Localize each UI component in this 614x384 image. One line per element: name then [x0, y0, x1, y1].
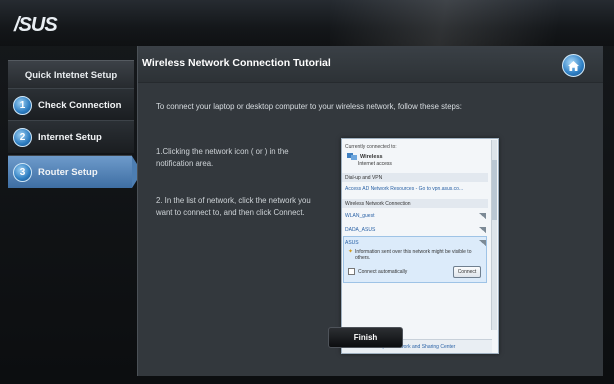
- asus-logo: /SUS: [14, 14, 58, 36]
- finish-button[interactable]: Finish: [328, 327, 403, 348]
- signal-icon: [479, 227, 486, 233]
- page-title: Wireless Network Connection Tutorial: [142, 57, 331, 69]
- sidebar: Quick Intetnet Setup 1 Check Connection …: [8, 60, 142, 360]
- dialup-item[interactable]: Access AD Network Resources - Go to vpn.…: [345, 184, 485, 193]
- sidebar-item-internet-setup[interactable]: 2 Internet Setup: [8, 120, 134, 153]
- auto-connect-checkbox[interactable]: [348, 268, 355, 275]
- popup-scrollbar[interactable]: [491, 140, 497, 330]
- step-1-text: 1.Clicking the network icon ( or ) in th…: [156, 147, 289, 168]
- sidebar-item-router-setup[interactable]: 3 Router Setup: [8, 155, 142, 188]
- sidebar-header: Quick Intetnet Setup: [8, 60, 134, 89]
- main-panel: Wireless Network Connection Tutorial To …: [137, 46, 603, 376]
- network-item[interactable]: WLAN_guest: [345, 211, 485, 220]
- connection-status: Internet access: [358, 160, 392, 167]
- auto-connect-label: Connect automatically: [358, 268, 408, 275]
- top-bar: /SUS: [0, 0, 614, 46]
- sidebar-item-label: Check Connection: [38, 99, 122, 111]
- network-item-selected[interactable]: ASUS: [345, 238, 485, 247]
- signal-icon: [479, 213, 486, 219]
- app-window: /SUS Quick Intetnet Setup 1 Check Connec…: [0, 0, 614, 384]
- step-number-2: 2: [13, 127, 32, 147]
- intro-text: To connect your laptop or desktop comput…: [156, 102, 462, 111]
- sidebar-item-label: Internet Setup: [38, 131, 102, 143]
- sidebar-item-check-connection[interactable]: 1 Check Connection: [8, 88, 134, 121]
- step-number-1: 1: [13, 95, 32, 115]
- signal-icon: [479, 240, 486, 246]
- network-icon: [347, 153, 357, 160]
- sidebar-item-label: Router Setup: [38, 166, 98, 178]
- currently-connected-label: Currently connected to:: [345, 143, 397, 150]
- step-number-3: 3: [13, 162, 32, 182]
- auto-connect-row[interactable]: Connect automatically: [348, 267, 428, 276]
- dialup-header: Dial-up and VPN: [342, 173, 488, 182]
- panel-header: Wireless Network Connection Tutorial: [138, 46, 603, 83]
- network-item[interactable]: DADA_ASUS: [345, 225, 485, 234]
- home-button[interactable]: [562, 54, 585, 77]
- connect-button[interactable]: Connect: [453, 266, 481, 278]
- network-list-screenshot: Currently connected to: Wireless Interne…: [341, 138, 499, 354]
- warning-icon: ✦: [348, 249, 354, 255]
- home-icon: [568, 60, 579, 71]
- warning-text: Information sent over this network might…: [355, 249, 472, 261]
- step-2-text: 2. In the list of network, click the net…: [156, 196, 311, 217]
- security-warning: ✦ Information sent over this network mig…: [348, 249, 478, 263]
- wireless-header: Wireless Network Connection: [342, 199, 488, 208]
